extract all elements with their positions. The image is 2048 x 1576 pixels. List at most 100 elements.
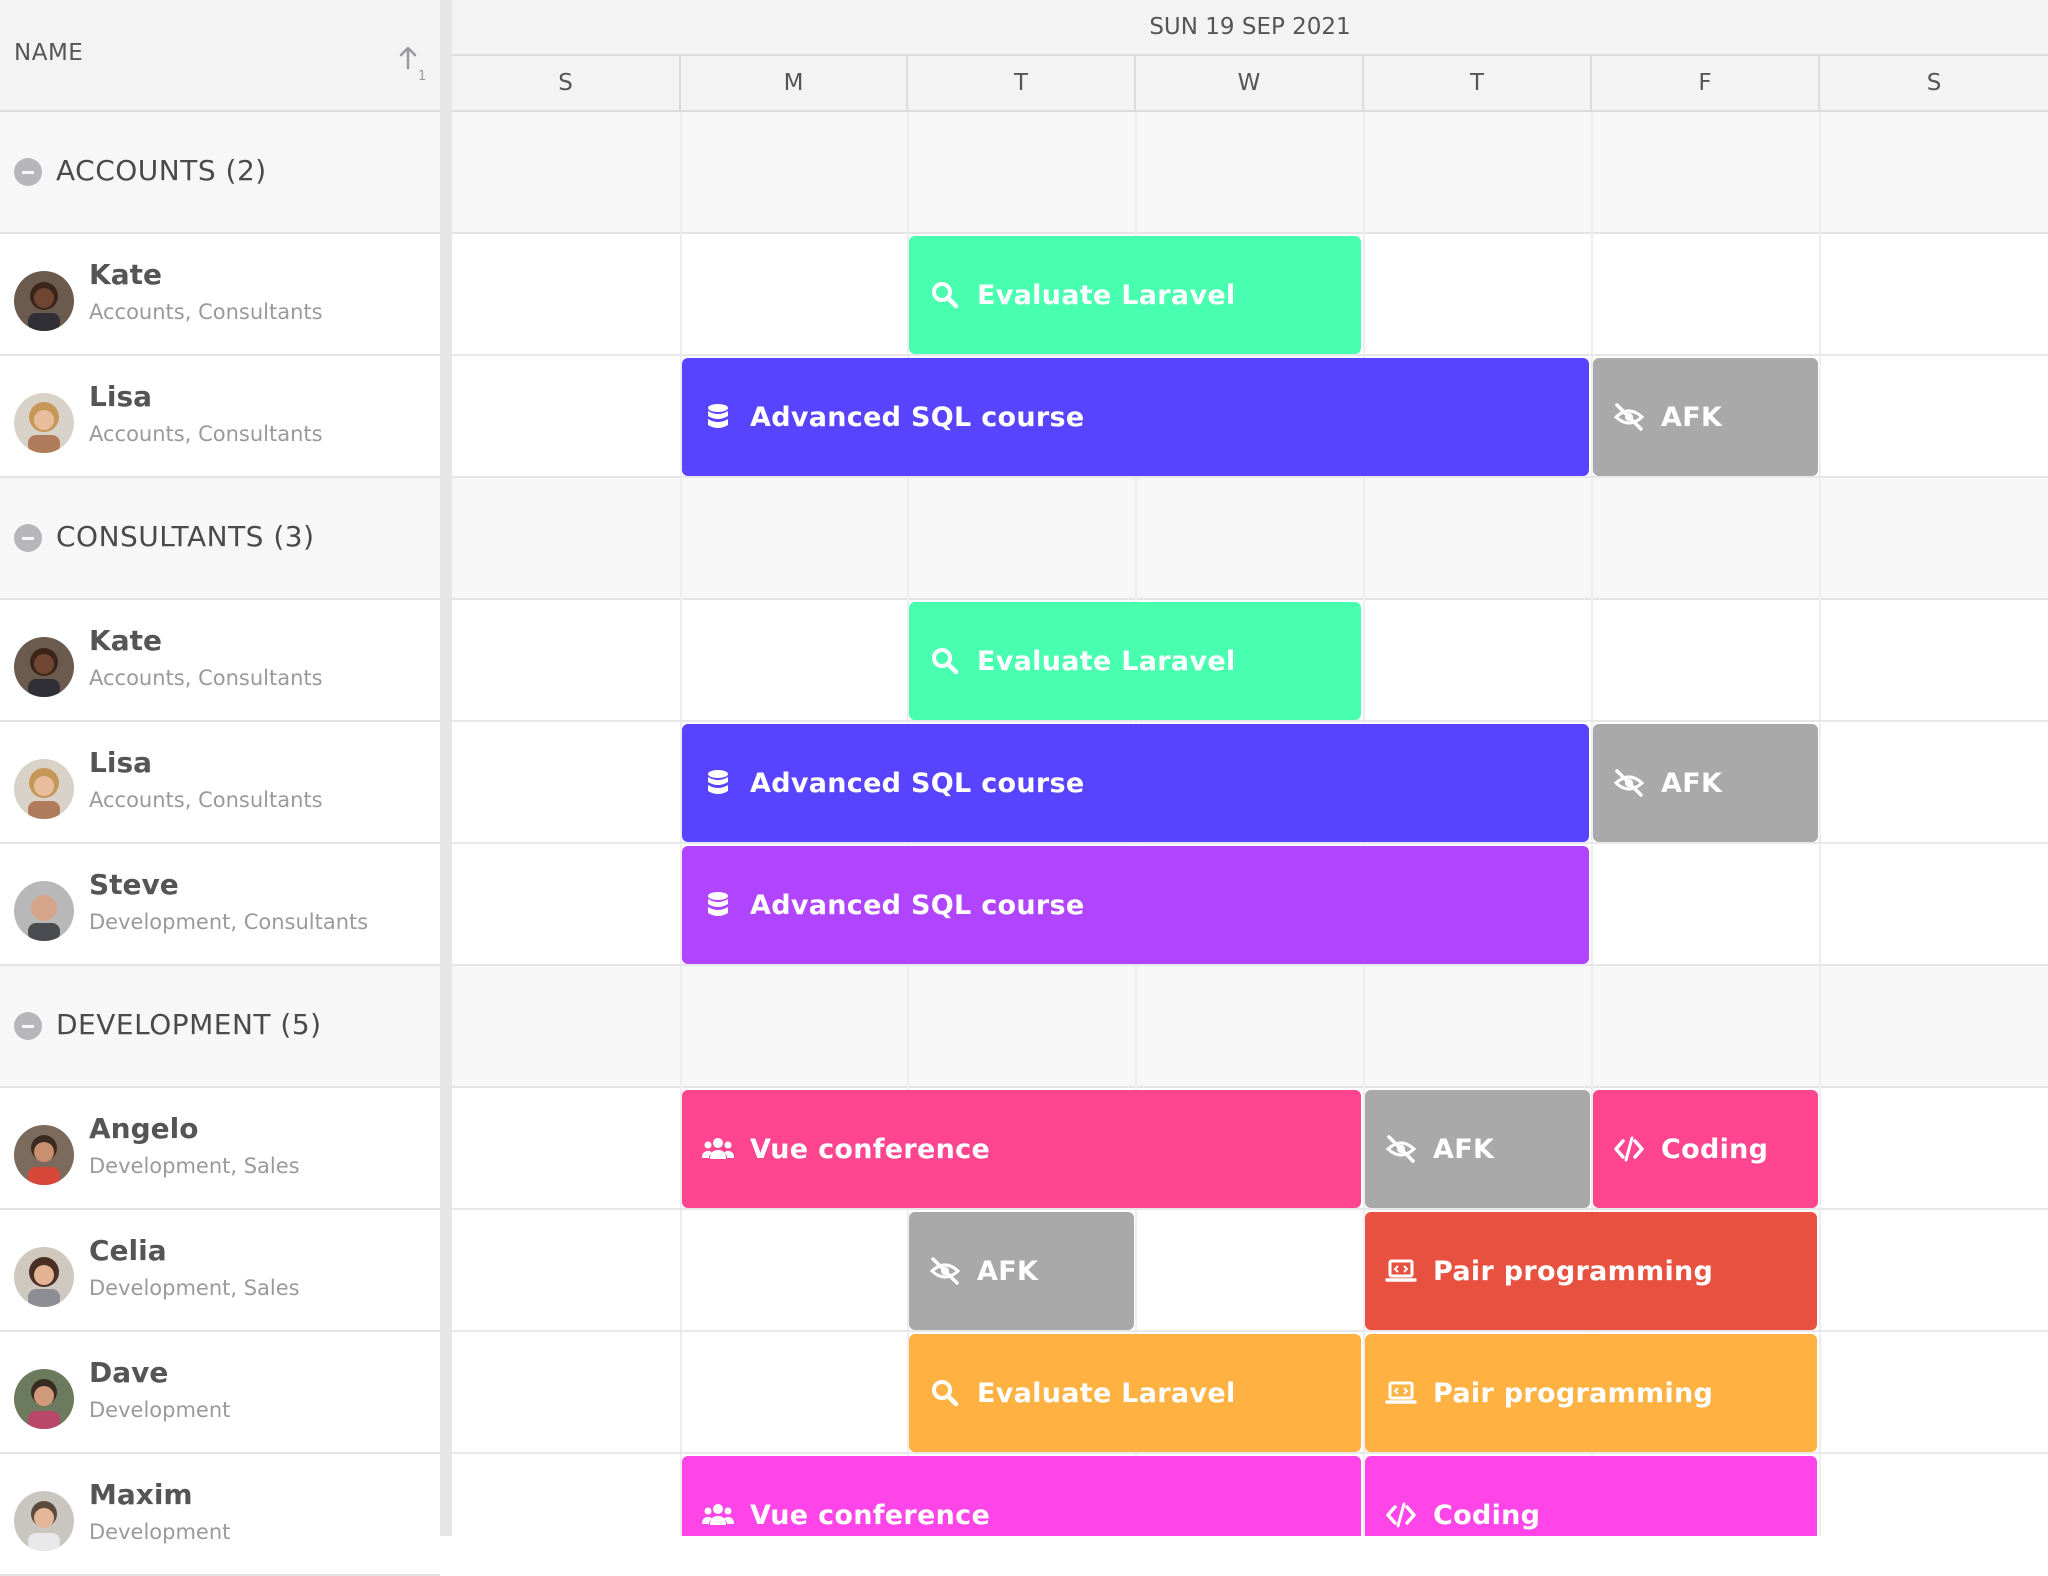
event-label: Evaluate Laravel (977, 1377, 1236, 1409)
event-label: Advanced SQL course (750, 767, 1085, 799)
database-icon (708, 892, 728, 916)
day-header[interactable]: S (1820, 56, 2048, 112)
avatar (14, 637, 74, 697)
resource-name: Dave (89, 1356, 169, 1389)
eye-slash-icon (1613, 769, 1645, 797)
database-icon (708, 404, 728, 428)
name-column-header[interactable]: NAME 1 (0, 0, 440, 112)
day-header[interactable]: M (681, 56, 908, 112)
event-label: Advanced SQL course (750, 889, 1085, 921)
eye-slash-icon (929, 1257, 961, 1285)
event-bar[interactable]: AFK (1593, 724, 1818, 842)
resource-row[interactable]: Angelo Development, Sales (0, 1088, 440, 1210)
resource-name: Lisa (89, 746, 152, 779)
avatar (14, 1247, 74, 1307)
resource-row[interactable]: Celia Development, Sales (0, 1210, 440, 1332)
event-label: Advanced SQL course (750, 401, 1085, 433)
event-bar[interactable]: Advanced SQL course (682, 724, 1589, 842)
resource-groups: Development (89, 1520, 231, 1544)
group-row-accounts[interactable]: ACCOUNTS (2) (0, 112, 440, 234)
row-divider (452, 842, 2048, 844)
avatar (14, 271, 74, 331)
event-bar[interactable]: AFK (1593, 358, 1818, 476)
avatar (14, 881, 74, 941)
day-header[interactable]: F (1592, 56, 1820, 112)
day-header[interactable]: T (1364, 56, 1592, 112)
event-bar[interactable]: Pair programming (1365, 1334, 1817, 1452)
avatar (14, 1491, 74, 1551)
avatar (14, 1125, 74, 1185)
row-divider (452, 476, 2048, 478)
row-divider (452, 1452, 2048, 1454)
event-bar[interactable]: Vue conference (682, 1456, 1361, 1536)
avatar (14, 759, 74, 819)
group-row-development[interactable]: DEVELOPMENT (5) (0, 966, 440, 1088)
search-icon (932, 282, 959, 309)
event-label: Vue conference (750, 1499, 991, 1531)
resource-grid: NAME 1 ACCOUNTS (2) Kate Accounts, Consu… (0, 0, 440, 1576)
resource-row[interactable]: Maxim Development (0, 1454, 440, 1576)
resource-name: Lisa (89, 380, 152, 413)
event-label: Pair programming (1433, 1377, 1714, 1409)
event-bar[interactable]: Evaluate Laravel (909, 236, 1361, 354)
event-bar[interactable]: Advanced SQL course (682, 846, 1589, 964)
event-bar[interactable]: Evaluate Laravel (909, 602, 1361, 720)
resource-row[interactable]: Lisa Accounts, Consultants (0, 356, 440, 478)
group-title: CONSULTANTS (3) (56, 520, 315, 553)
resource-name: Angelo (89, 1112, 199, 1145)
resource-groups: Accounts, Consultants (89, 666, 323, 690)
event-bar[interactable]: Coding (1593, 1090, 1818, 1208)
resource-name: Kate (89, 258, 162, 291)
avatar (14, 1369, 74, 1429)
day-header[interactable]: W (1136, 56, 1364, 112)
sort-ascending-icon[interactable]: 1 (396, 44, 426, 84)
resource-row[interactable]: Steve Development, Consultants (0, 844, 440, 966)
group-band (452, 966, 2048, 1088)
code-icon (1386, 1502, 1416, 1528)
collapse-icon[interactable] (14, 1012, 42, 1040)
timeline: SUN 19 SEP 2021 S M T W T F S Evaluate L… (452, 0, 2048, 1536)
event-bar[interactable]: Pair programming (1365, 1212, 1817, 1330)
eye-slash-icon (1613, 403, 1645, 431)
resource-groups: Accounts, Consultants (89, 422, 323, 446)
event-label: Pair programming (1433, 1255, 1714, 1287)
row-divider (452, 964, 2048, 966)
users-icon (702, 1504, 734, 1525)
resource-row[interactable]: Kate Accounts, Consultants (0, 234, 440, 356)
collapse-icon[interactable] (14, 524, 42, 552)
event-label: Vue conference (750, 1133, 991, 1165)
event-bar[interactable]: Evaluate Laravel (909, 1334, 1361, 1452)
resource-row[interactable]: Dave Development (0, 1332, 440, 1454)
users-icon (702, 1138, 734, 1159)
resource-row[interactable]: Kate Accounts, Consultants (0, 600, 440, 722)
event-bar[interactable]: Vue conference (682, 1090, 1361, 1208)
event-bar[interactable]: AFK (1365, 1090, 1590, 1208)
row-divider (452, 1330, 2048, 1332)
resource-groups: Accounts, Consultants (89, 788, 323, 812)
collapse-icon[interactable] (14, 158, 42, 186)
group-row-consultants[interactable]: CONSULTANTS (3) (0, 478, 440, 600)
resource-groups: Development, Consultants (89, 910, 369, 934)
avatar (14, 393, 74, 453)
eye-slash-icon (1385, 1135, 1417, 1163)
splitter[interactable] (440, 0, 452, 1536)
row-divider (452, 354, 2048, 356)
resource-row[interactable]: Lisa Accounts, Consultants (0, 722, 440, 844)
search-icon (932, 1380, 959, 1407)
event-bar[interactable]: Advanced SQL course (682, 358, 1589, 476)
event-label: Coding (1433, 1499, 1541, 1531)
event-label: AFK (1661, 767, 1723, 799)
resource-name: Maxim (89, 1478, 193, 1511)
day-header[interactable]: S (452, 56, 681, 112)
event-label: Coding (1661, 1133, 1769, 1165)
resource-groups: Development (89, 1398, 231, 1422)
event-bar[interactable]: AFK (909, 1212, 1134, 1330)
day-divider (1819, 112, 1821, 1536)
resource-name: Steve (89, 868, 179, 901)
laptop-code-icon (1385, 1259, 1417, 1282)
group-title: ACCOUNTS (2) (56, 154, 267, 187)
resource-groups: Development, Sales (89, 1276, 300, 1300)
day-header[interactable]: T (908, 56, 1136, 112)
event-bar[interactable]: Coding (1365, 1456, 1817, 1536)
event-label: AFK (1433, 1133, 1495, 1165)
